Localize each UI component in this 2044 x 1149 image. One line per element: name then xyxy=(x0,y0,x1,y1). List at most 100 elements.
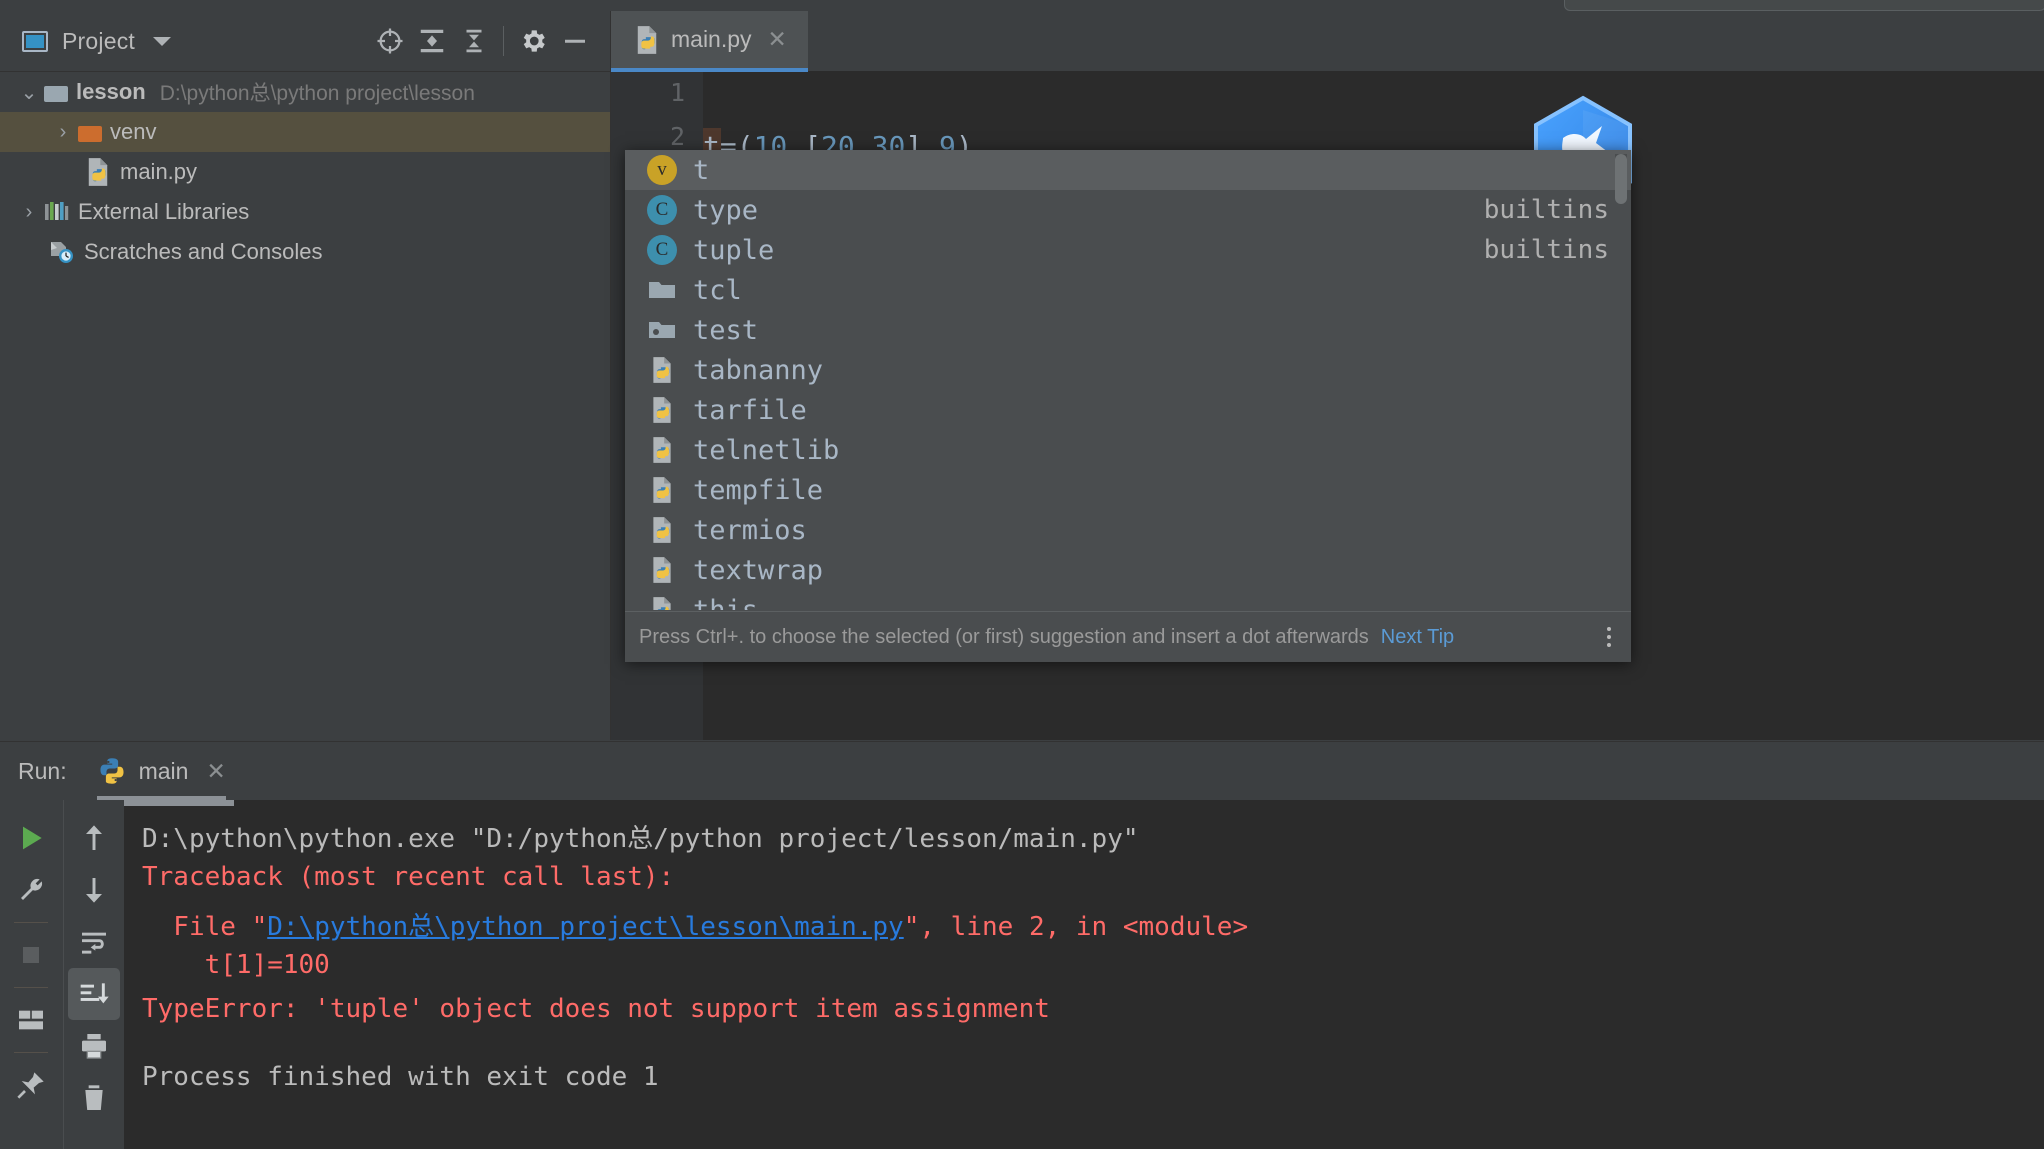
soft-wrap-icon[interactable] xyxy=(68,916,120,968)
completion-item-telnetlib[interactable]: telnetlib xyxy=(625,430,1631,470)
project-window-icon xyxy=(22,30,48,52)
toolbar-divider xyxy=(14,1052,48,1053)
completion-item-tempfile[interactable]: tempfile xyxy=(625,470,1631,510)
completion-item-test[interactable]: test xyxy=(625,310,1631,350)
rerun-run-icon[interactable] xyxy=(5,812,57,864)
tree-item-venv[interactable]: › venv xyxy=(0,112,610,152)
completion-item-type[interactable]: C type builtins xyxy=(625,190,1631,230)
libraries-icon xyxy=(44,201,70,223)
python-file-icon xyxy=(84,157,112,187)
line-number: 2 xyxy=(669,122,685,151)
console-line-finished: Process finished with exit code 1 xyxy=(142,1062,659,1092)
python-file-icon xyxy=(633,25,661,55)
python-file-icon xyxy=(643,516,681,544)
folder-gray-icon xyxy=(44,83,68,102)
trash-clear-icon[interactable] xyxy=(68,1072,120,1124)
tree-item-lesson[interactable]: ⌄ lesson D:\python总\python project\lesso… xyxy=(0,72,610,112)
wrench-settings-icon[interactable] xyxy=(5,864,57,916)
toolbar-divider xyxy=(14,922,48,923)
folder-orange-icon xyxy=(78,123,102,142)
tree-item-label: venv xyxy=(110,119,157,144)
run-panel-header: Run: main ✕ xyxy=(0,742,2044,800)
folder-icon xyxy=(643,279,681,301)
tree-item-scratches-and-consoles[interactable]: Scratches and Consoles xyxy=(0,232,610,272)
chevron-right-icon[interactable]: › xyxy=(14,201,44,224)
chevron-down-icon[interactable] xyxy=(152,36,171,46)
completion-hint-bar: Press Ctrl+. to choose the selected (or … xyxy=(625,611,1631,662)
chevron-down-icon[interactable]: ⌄ xyxy=(14,80,44,105)
run-tab-main[interactable]: main ✕ xyxy=(96,742,226,800)
console-line-error: TypeError: 'tuple' object does not suppo… xyxy=(142,994,1050,1024)
scroll-to-end-icon[interactable] xyxy=(67,968,120,1020)
up-arrow-icon[interactable] xyxy=(68,812,120,864)
top-chrome-tab-outline xyxy=(1564,0,2044,11)
console-file-suffix: ", line 2, in <module> xyxy=(903,912,1249,942)
completion-hint-text: Press Ctrl+. to choose the selected (or … xyxy=(639,625,1369,648)
more-vertical-icon[interactable] xyxy=(1607,627,1611,647)
completion-item-tarfile[interactable]: tarfile xyxy=(625,390,1631,430)
editor-area: main.py ✕ 1 2 3 4 t=(10,[20,30],9) t[1]=… xyxy=(611,11,2044,740)
console-scroll-indicator[interactable] xyxy=(124,800,234,806)
run-panel-label: Run: xyxy=(18,757,67,784)
console-file-prefix: File " xyxy=(142,912,268,942)
completion-item-label: tarfile xyxy=(693,394,807,426)
editor-tab-bar: main.py ✕ xyxy=(611,11,2044,72)
completion-item-tail: builtins xyxy=(1483,235,1609,265)
code-completion-popup[interactable]: v t C type builtins C tuple builtins tcl… xyxy=(625,150,1631,662)
locate-target-icon[interactable] xyxy=(369,20,411,62)
tree-item-external-libraries[interactable]: › External Libraries xyxy=(0,192,610,232)
completion-item-label: test xyxy=(693,314,759,346)
tree-item-label: main.py xyxy=(120,159,198,184)
completion-item-label: telnetlib xyxy=(693,434,840,466)
run-toolbar-secondary xyxy=(63,800,123,1149)
completion-item-label: termios xyxy=(693,514,807,546)
console-line-traceback: Traceback (most recent call last): xyxy=(142,862,675,892)
completion-item-label: tcl xyxy=(693,274,742,306)
python-file-icon xyxy=(643,476,681,504)
hide-minimize-icon[interactable] xyxy=(554,20,596,62)
completion-scrollbar[interactable] xyxy=(1615,154,1627,606)
python-icon xyxy=(97,756,127,786)
completion-item-tabnanny[interactable]: tabnanny xyxy=(625,350,1631,390)
python-file-icon xyxy=(643,596,681,610)
completion-item-label: t xyxy=(693,154,710,186)
completion-item-tcl[interactable]: tcl xyxy=(625,270,1631,310)
tree-item-main-py[interactable]: main.py xyxy=(0,152,610,192)
tree-item-label: External Libraries xyxy=(78,199,250,224)
console-line-source: t[1]=100 xyxy=(142,950,330,980)
completion-item-this[interactable]: this xyxy=(625,590,1631,610)
completion-item-tuple[interactable]: C tuple builtins xyxy=(625,230,1631,270)
collapse-all-icon[interactable] xyxy=(453,20,495,62)
console-file-link[interactable]: D:\python总\python project\lesson\main.py xyxy=(267,912,903,942)
tab-main-py[interactable]: main.py ✕ xyxy=(611,11,808,68)
expand-all-icon[interactable] xyxy=(411,20,453,62)
pycharm-window: Project ⌄ lesson D:\python总\python proje… xyxy=(0,0,2044,1149)
chevron-right-icon[interactable]: › xyxy=(48,121,78,144)
completion-item-textwrap[interactable]: textwrap xyxy=(625,550,1631,590)
stop-icon[interactable] xyxy=(5,929,57,981)
down-arrow-icon[interactable] xyxy=(68,864,120,916)
completion-item-label: tabnanny xyxy=(693,354,824,386)
completion-item-termios[interactable]: termios xyxy=(625,510,1631,550)
print-icon[interactable] xyxy=(68,1020,120,1072)
next-tip-link[interactable]: Next Tip xyxy=(1381,626,1454,649)
close-icon[interactable]: ✕ xyxy=(206,758,225,785)
run-console-output[interactable]: D:\python\python.exe "D:/python总/python … xyxy=(124,800,2044,1149)
console-line-file: File "D:\python总\python project\lesson\m… xyxy=(142,906,1248,943)
completion-item-list[interactable]: v t C type builtins C tuple builtins tcl… xyxy=(625,150,1631,610)
settings-gear-icon[interactable] xyxy=(512,20,554,62)
python-file-icon xyxy=(643,436,681,464)
pin-tab-icon[interactable] xyxy=(5,1059,57,1111)
run-tab-label: main xyxy=(138,757,189,784)
toolbar-divider xyxy=(503,26,504,56)
close-icon[interactable]: ✕ xyxy=(768,26,787,53)
completion-scrollbar-thumb[interactable] xyxy=(1615,154,1627,204)
run-tool-window: Run: main ✕ D:\python\python.exe "D:/pyt… xyxy=(0,741,2044,1149)
completion-item-tail: builtins xyxy=(1483,195,1609,225)
completion-item-label: textwrap xyxy=(693,554,824,586)
layout-restore-icon[interactable] xyxy=(5,994,57,1046)
completion-item-label: tuple xyxy=(693,234,775,266)
toolbar-divider xyxy=(14,987,48,988)
completion-item-t[interactable]: v t xyxy=(625,150,1631,190)
tab-label: main.py xyxy=(671,26,752,52)
